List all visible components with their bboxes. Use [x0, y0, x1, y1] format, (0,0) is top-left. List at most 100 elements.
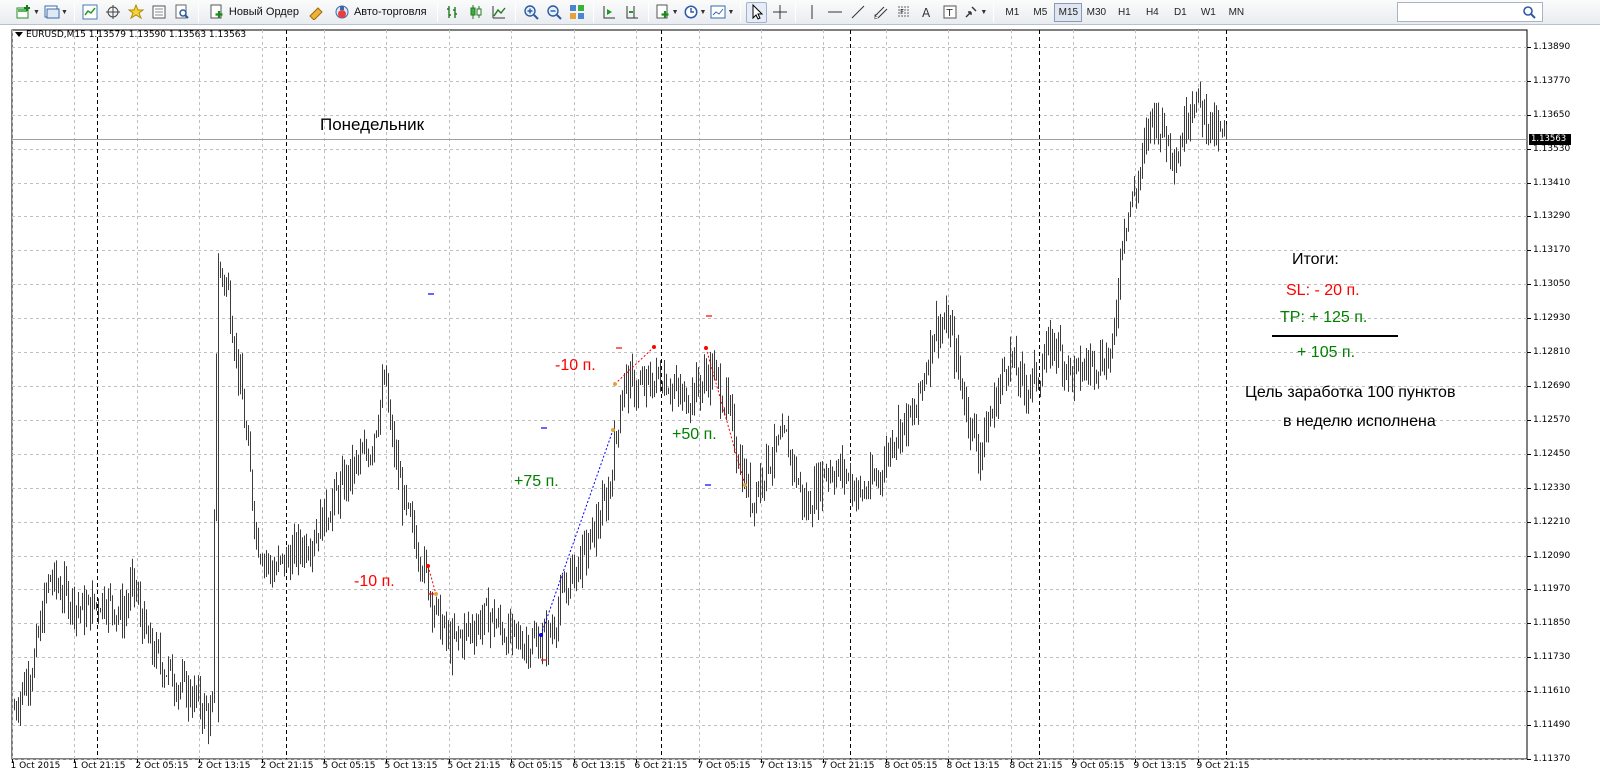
navigator-button[interactable]: [126, 2, 147, 23]
indicators-button[interactable]: ▼: [654, 2, 680, 23]
cursor-button[interactable]: [746, 1, 768, 23]
market-watch-button[interactable]: [80, 2, 101, 23]
candlestick-button[interactable]: [466, 2, 487, 23]
timeframe-mn-button[interactable]: MN: [1222, 3, 1250, 22]
terminal-button[interactable]: [149, 2, 170, 23]
timeframe-m15-button[interactable]: M15: [1054, 2, 1083, 22]
crosshair-tool-icon: [772, 5, 787, 19]
trade2-line-exit: [611, 428, 615, 432]
horizontal-line-icon: [827, 11, 842, 13]
vertical-line-button[interactable]: [801, 2, 822, 23]
y-tick-label: 1.12570: [1533, 414, 1571, 425]
line-chart-icon: [492, 6, 506, 19]
y-tick-label: 1.12330: [1533, 482, 1571, 493]
fibonacci-button[interactable]: F: [893, 2, 914, 23]
crosshair-icon: [106, 5, 121, 19]
x-tick-label: 2 Oct 13:15: [197, 761, 251, 771]
toolbar-separator: [514, 2, 516, 22]
timeframe-m5-button[interactable]: M5: [1026, 3, 1054, 22]
x-tick-label: 5 Oct 13:15: [384, 761, 438, 771]
summary-title: Итоги:: [1292, 251, 1339, 268]
goal-line-2: в неделю исполнена: [1283, 413, 1436, 430]
timeframe-h4-button[interactable]: H4: [1138, 3, 1166, 22]
zoom-out-button[interactable]: [544, 2, 565, 23]
equidistant-channel-button[interactable]: E: [870, 2, 891, 23]
monday-label: Понедельник: [320, 115, 425, 134]
toolbar-group-file: ▼ ▼: [14, 0, 70, 25]
toolbar-group-windows: [79, 0, 194, 25]
timeframe-d1-button[interactable]: D1: [1166, 3, 1194, 22]
x-tick-label: 2 Oct 05:15: [135, 761, 189, 771]
text-label-button[interactable]: T: [939, 2, 960, 23]
autotrade-icon: [335, 5, 349, 19]
summary-total: + 105 п.: [1297, 344, 1356, 361]
new-order-label: Новый Ордер: [228, 6, 299, 18]
periods-button[interactable]: ▼: [682, 2, 708, 23]
toolbar-group-chart-types: [442, 0, 511, 25]
x-tick-label: 8 Oct 21:15: [1009, 761, 1063, 771]
strategy-tester-button[interactable]: [172, 2, 193, 23]
chart-window[interactable]: EURUSD,M15 1.13579 1.13590 1.13563 1.135…: [0, 26, 1600, 774]
templates-icon: [710, 5, 726, 19]
new-chart-button[interactable]: ▼: [15, 2, 41, 23]
zoom-in-button[interactable]: [521, 2, 542, 23]
data-window-button[interactable]: [103, 2, 124, 23]
metaeditor-button[interactable]: [306, 2, 327, 23]
x-tick-label: 7 Oct 13:15: [759, 761, 813, 771]
bar-chart-button[interactable]: [443, 2, 464, 23]
timeframe-w1-button[interactable]: W1: [1194, 3, 1222, 22]
clock-icon: [684, 5, 698, 19]
summary-sl: SL: - 20 п.: [1286, 282, 1360, 299]
crosshair-button[interactable]: [769, 2, 790, 23]
timeframe-m30-button[interactable]: M30: [1082, 3, 1110, 22]
x-tick-label: 5 Oct 05:15: [322, 761, 376, 771]
new-chart-icon: [16, 5, 30, 19]
y-tick-label: 1.13290: [1533, 210, 1571, 221]
chart-menu-arrow-icon[interactable]: [15, 32, 23, 37]
timeframe-h1-button[interactable]: H1: [1110, 3, 1138, 22]
cursor-icon: [752, 4, 764, 20]
autotrade-button[interactable]: Авто-торговля: [329, 2, 432, 23]
trendline-button[interactable]: [847, 2, 868, 23]
svg-text:T: T: [945, 8, 953, 19]
trade4-line-exit: [743, 483, 747, 487]
timeframe-bar: M1 M5 M15 M30 H1 H4 D1 W1 MN: [998, 0, 1250, 25]
y-tick-label: 1.12810: [1533, 346, 1571, 357]
line-chart-button[interactable]: [489, 2, 510, 23]
toolbar-group-drawing: E F A T ▼: [745, 0, 989, 25]
timeframe-m1-button[interactable]: M1: [998, 3, 1026, 22]
arrows-button[interactable]: ▼: [962, 2, 988, 23]
text-button[interactable]: A: [916, 2, 937, 23]
y-tick-label: 1.12930: [1533, 312, 1571, 323]
trade1-line-entry: [426, 564, 430, 568]
tile-windows-button[interactable]: [567, 2, 588, 23]
toolbar-separator: [993, 2, 995, 22]
trade3-line-exit: [613, 382, 617, 386]
chart-shift-icon: [626, 6, 639, 19]
templates-button[interactable]: ▼: [709, 2, 735, 23]
toolbar-separator: [795, 2, 797, 22]
y-tick-label: 1.12690: [1533, 380, 1571, 391]
bar-chart-icon: [447, 6, 458, 18]
new-order-button[interactable]: Новый Ордер: [204, 2, 304, 23]
y-tick-label: 1.11370: [1533, 753, 1571, 764]
x-tick-label: 8 Oct 13:15: [946, 761, 1000, 771]
fibonacci-icon: F: [897, 6, 910, 17]
x-tick-label: 5 Oct 21:15: [447, 761, 501, 771]
toolbar-separator: [73, 2, 75, 22]
summary-divider: [1272, 335, 1398, 337]
x-tick-label: 6 Oct 05:15: [509, 761, 563, 771]
auto-scroll-icon: [603, 6, 616, 19]
x-tick-label: 1 Oct 2015: [10, 761, 61, 771]
zoom-out-icon: [547, 5, 562, 20]
chart-shift-button[interactable]: [622, 2, 643, 23]
y-tick-label: 1.13170: [1533, 244, 1571, 255]
search-button[interactable]: [1519, 3, 1539, 21]
auto-scroll-button[interactable]: [599, 2, 620, 23]
profiles-button[interactable]: ▼: [43, 2, 69, 23]
horizontal-line-button[interactable]: [824, 2, 845, 23]
y-tick-label: 1.13530: [1533, 143, 1571, 154]
text-label-icon: T: [943, 5, 957, 19]
x-tick-label: 9 Oct 05:15: [1071, 761, 1125, 771]
new-order-icon: [210, 4, 223, 19]
